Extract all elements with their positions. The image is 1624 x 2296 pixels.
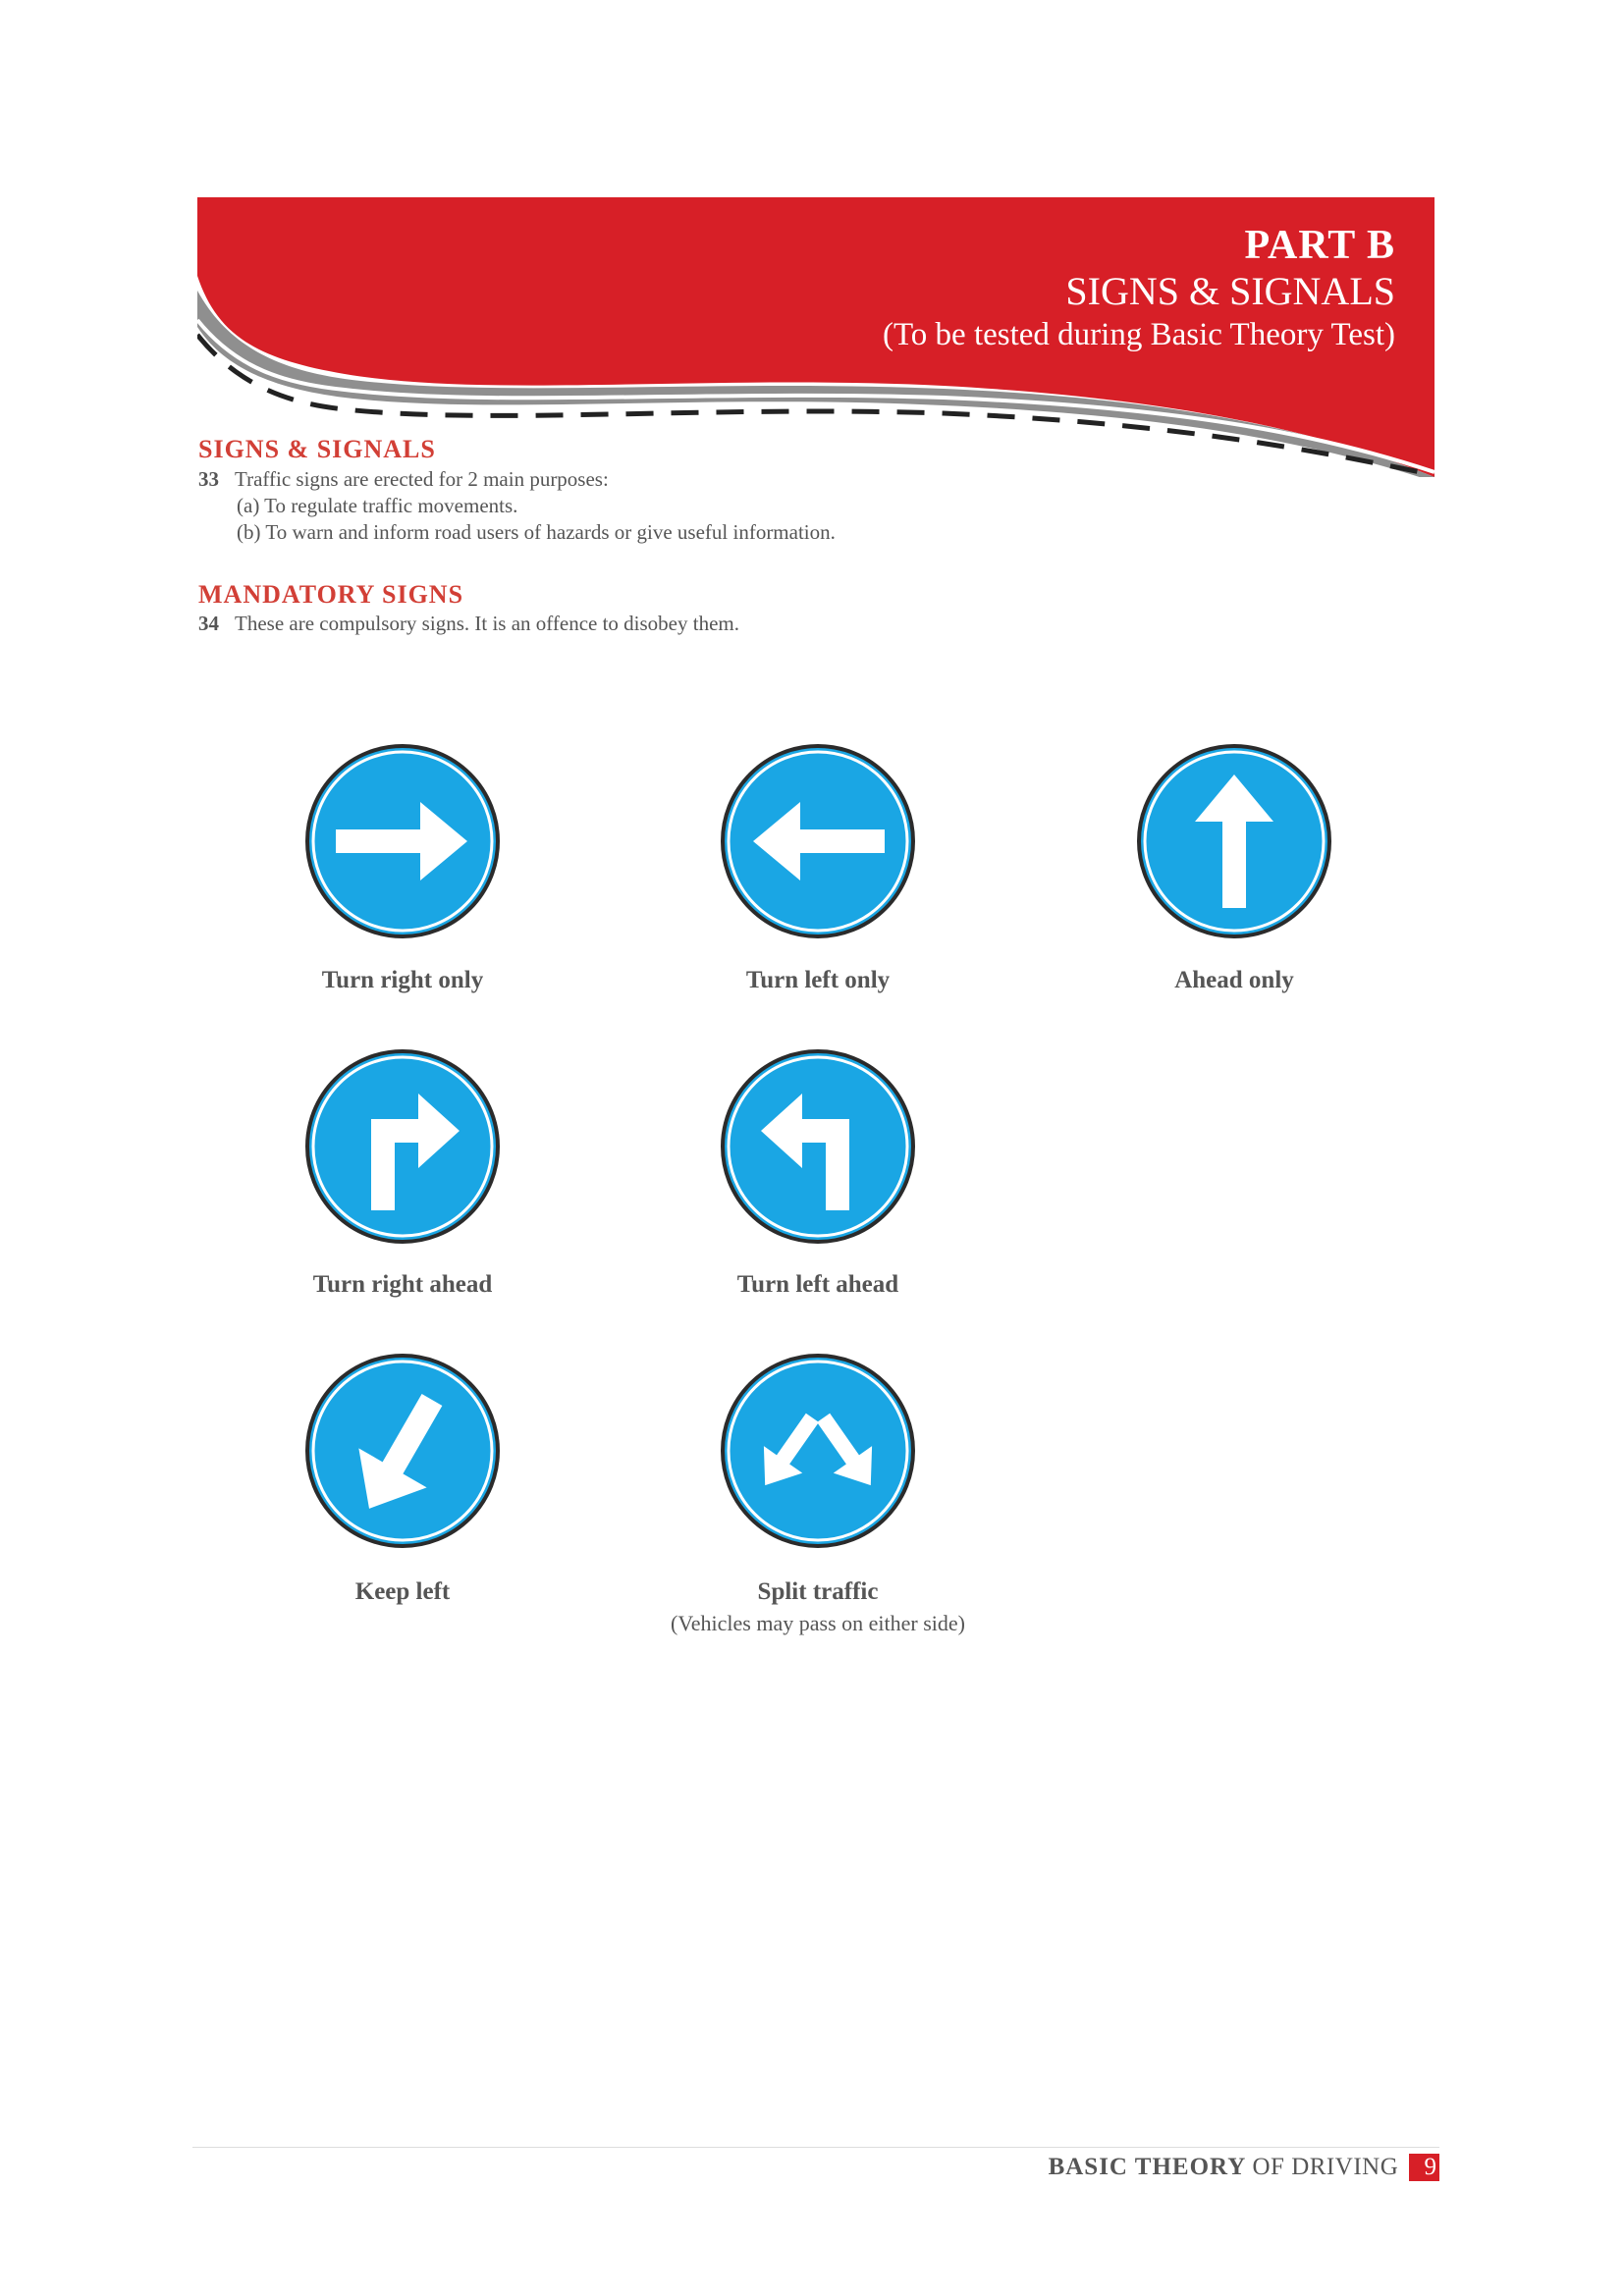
section-heading-signs-signals: SIGNS & SIGNALS: [198, 435, 436, 463]
section-heading-mandatory-signs: MANDATORY SIGNS: [198, 580, 464, 609]
sign-caption: Split traffic: [757, 1578, 879, 1605]
paragraph-34: 34 These are compulsory signs. It is an o…: [198, 611, 739, 637]
sign-caption: Keep left: [354, 1578, 451, 1605]
paragraph-text: Traffic signs are erected for 2 main pur…: [235, 467, 609, 491]
paragraph-33: 33 Traffic signs are erected for 2 main p…: [198, 466, 609, 493]
sign-caption: Turn right only: [321, 967, 484, 993]
keep-left-icon: [305, 1354, 500, 1548]
footer-book-title-bold: BASIC THEORY: [1048, 2154, 1247, 2180]
arrow-up-icon: [1137, 744, 1331, 938]
page-footer: BASIC THEORY OF DRIVING 9: [1049, 2154, 1439, 2181]
footer-divider: [192, 2147, 1439, 2148]
page-subtitle: (To be tested during Basic Theory Test): [882, 317, 1395, 352]
arrow-right-icon: [305, 744, 500, 938]
arrow-left-icon: [721, 744, 915, 938]
paragraph-text: These are compulsory signs. It is an off…: [235, 612, 739, 635]
turn-left-ahead-icon: [721, 1049, 915, 1244]
turn-right-ahead-icon: [305, 1049, 500, 1244]
sign-caption: Ahead only: [1174, 967, 1294, 993]
sign-note: (Vehicles may pass on either side): [671, 1611, 965, 1635]
page-number: 9: [1408, 2154, 1439, 2181]
list-item: (b) To warn and inform road users of haz…: [237, 520, 836, 544]
paragraph-number: 33: [198, 467, 219, 491]
paragraph-number: 34: [198, 612, 219, 635]
sign-caption: Turn left ahead: [736, 1271, 899, 1298]
sign-caption: Turn right ahead: [312, 1271, 493, 1298]
split-traffic-icon: [721, 1354, 915, 1548]
part-label: PART B: [1244, 223, 1395, 268]
list-item: (a) To regulate traffic movements.: [237, 494, 518, 517]
sign-caption: Turn left only: [745, 967, 891, 993]
page-title: SIGNS & SIGNALS: [1065, 269, 1395, 313]
footer-book-title-light: OF DRIVING: [1252, 2154, 1399, 2180]
